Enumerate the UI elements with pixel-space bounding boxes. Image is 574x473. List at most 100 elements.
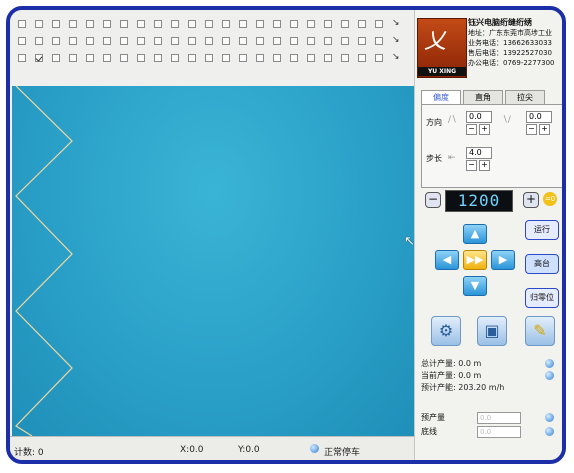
option-checkbox[interactable] <box>256 20 264 28</box>
direction-1-plus-button[interactable]: + <box>479 124 490 135</box>
arrow-down-button[interactable]: ▼ <box>463 276 487 296</box>
option-checkbox[interactable] <box>188 20 196 28</box>
option-checkbox[interactable] <box>290 54 298 62</box>
option-checkbox[interactable] <box>307 20 315 28</box>
option-checkbox[interactable] <box>154 54 162 62</box>
tab-pull-tip[interactable]: 拉尖 <box>505 90 545 104</box>
option-checkbox[interactable] <box>103 37 111 45</box>
option-checkbox[interactable] <box>188 54 196 62</box>
option-checkbox[interactable] <box>307 54 315 62</box>
bottom-thread-confirm-icon[interactable] <box>545 427 554 436</box>
option-checkbox[interactable] <box>375 37 383 45</box>
option-checkbox[interactable] <box>290 20 298 28</box>
option-checkbox[interactable] <box>256 54 264 62</box>
option-checkbox[interactable] <box>205 54 213 62</box>
pattern-canvas[interactable]: ↖ <box>12 86 414 436</box>
option-checkbox[interactable] <box>137 20 145 28</box>
arrow-right-button[interactable]: ▶ <box>491 250 515 270</box>
option-checkbox[interactable] <box>341 54 349 62</box>
option-checkbox[interactable] <box>35 37 43 45</box>
option-checkbox[interactable] <box>35 54 43 62</box>
row-expand-icon[interactable]: ↘ <box>392 35 400 45</box>
speed-decrease-button[interactable]: − <box>425 192 441 208</box>
preset-confirm-icon[interactable] <box>545 413 554 422</box>
option-checkbox[interactable] <box>256 37 264 45</box>
option-checkbox[interactable] <box>86 37 94 45</box>
option-checkbox[interactable] <box>120 20 128 28</box>
option-checkbox[interactable] <box>341 20 349 28</box>
option-checkbox[interactable] <box>171 37 179 45</box>
direction-1-minus-button[interactable]: − <box>466 124 477 135</box>
arrow-up-button[interactable]: ▲ <box>463 224 487 244</box>
memory-card-icon[interactable]: ▣ <box>477 316 507 346</box>
option-checkbox[interactable] <box>239 54 247 62</box>
option-checkbox[interactable] <box>69 37 77 45</box>
speed-increase-button[interactable]: + <box>523 192 539 208</box>
step-input[interactable]: 4.0 <box>466 147 492 159</box>
option-checkbox[interactable] <box>273 37 281 45</box>
direction-2-minus-button[interactable]: − <box>526 124 537 135</box>
option-checkbox[interactable] <box>222 20 230 28</box>
option-checkbox[interactable] <box>137 37 145 45</box>
step-minus-button[interactable]: − <box>466 160 477 171</box>
option-checkbox[interactable] <box>273 20 281 28</box>
option-checkbox[interactable] <box>120 37 128 45</box>
tab-right-angle[interactable]: 直角 <box>463 90 503 104</box>
option-checkbox[interactable] <box>120 54 128 62</box>
raise-table-button[interactable]: 高台 <box>525 254 559 274</box>
option-checkbox[interactable] <box>154 37 162 45</box>
option-checkbox[interactable] <box>52 54 60 62</box>
option-checkbox[interactable] <box>273 54 281 62</box>
option-checkbox[interactable] <box>222 37 230 45</box>
option-checkbox[interactable] <box>86 20 94 28</box>
option-checkbox[interactable] <box>35 20 43 28</box>
option-checkbox[interactable] <box>375 54 383 62</box>
option-checkbox[interactable] <box>324 37 332 45</box>
reset-position-button[interactable]: 归零位 <box>525 288 559 308</box>
tab-offset[interactable]: 偏度 <box>421 90 461 104</box>
fast-forward-button[interactable]: ▶▶ <box>463 250 487 270</box>
step-plus-button[interactable]: + <box>479 160 490 171</box>
row-expand-icon[interactable]: ↘ <box>392 52 400 62</box>
preset-input[interactable]: 0.0 <box>477 412 521 424</box>
option-checkbox[interactable] <box>69 54 77 62</box>
current-output-reset-icon[interactable] <box>545 371 554 380</box>
option-checkbox[interactable] <box>18 54 26 62</box>
option-checkbox[interactable] <box>341 37 349 45</box>
option-checkbox[interactable] <box>239 37 247 45</box>
row-expand-icon[interactable]: ↘ <box>392 18 400 28</box>
option-checkbox[interactable] <box>188 37 196 45</box>
option-checkbox[interactable] <box>307 37 315 45</box>
option-checkbox[interactable] <box>358 54 366 62</box>
zero-icon[interactable]: =0 <box>543 192 557 206</box>
bottom-thread-input[interactable]: 0.0 <box>477 426 521 438</box>
direction-2-plus-button[interactable]: + <box>539 124 550 135</box>
option-checkbox[interactable] <box>324 54 332 62</box>
option-checkbox[interactable] <box>358 20 366 28</box>
option-checkbox[interactable] <box>290 37 298 45</box>
option-checkbox[interactable] <box>358 37 366 45</box>
option-checkbox[interactable] <box>171 20 179 28</box>
option-checkbox[interactable] <box>103 20 111 28</box>
option-checkbox[interactable] <box>18 20 26 28</box>
option-checkbox[interactable] <box>324 20 332 28</box>
option-checkbox[interactable] <box>137 54 145 62</box>
option-checkbox[interactable] <box>239 20 247 28</box>
direction-input-1[interactable]: 0.0 <box>466 111 492 123</box>
option-checkbox[interactable] <box>205 20 213 28</box>
gear-icon[interactable]: ⚙ <box>431 316 461 346</box>
option-checkbox[interactable] <box>154 20 162 28</box>
pencil-icon[interactable]: ✎ <box>525 316 555 346</box>
option-checkbox[interactable] <box>171 54 179 62</box>
option-checkbox[interactable] <box>18 37 26 45</box>
option-checkbox[interactable] <box>52 20 60 28</box>
run-button[interactable]: 运行 <box>525 220 559 240</box>
option-checkbox[interactable] <box>103 54 111 62</box>
direction-input-2[interactable]: 0.0 <box>526 111 552 123</box>
option-checkbox[interactable] <box>52 37 60 45</box>
arrow-left-button[interactable]: ◀ <box>435 250 459 270</box>
total-output-reset-icon[interactable] <box>545 359 554 368</box>
option-checkbox[interactable] <box>375 20 383 28</box>
option-checkbox[interactable] <box>86 54 94 62</box>
option-checkbox[interactable] <box>69 20 77 28</box>
